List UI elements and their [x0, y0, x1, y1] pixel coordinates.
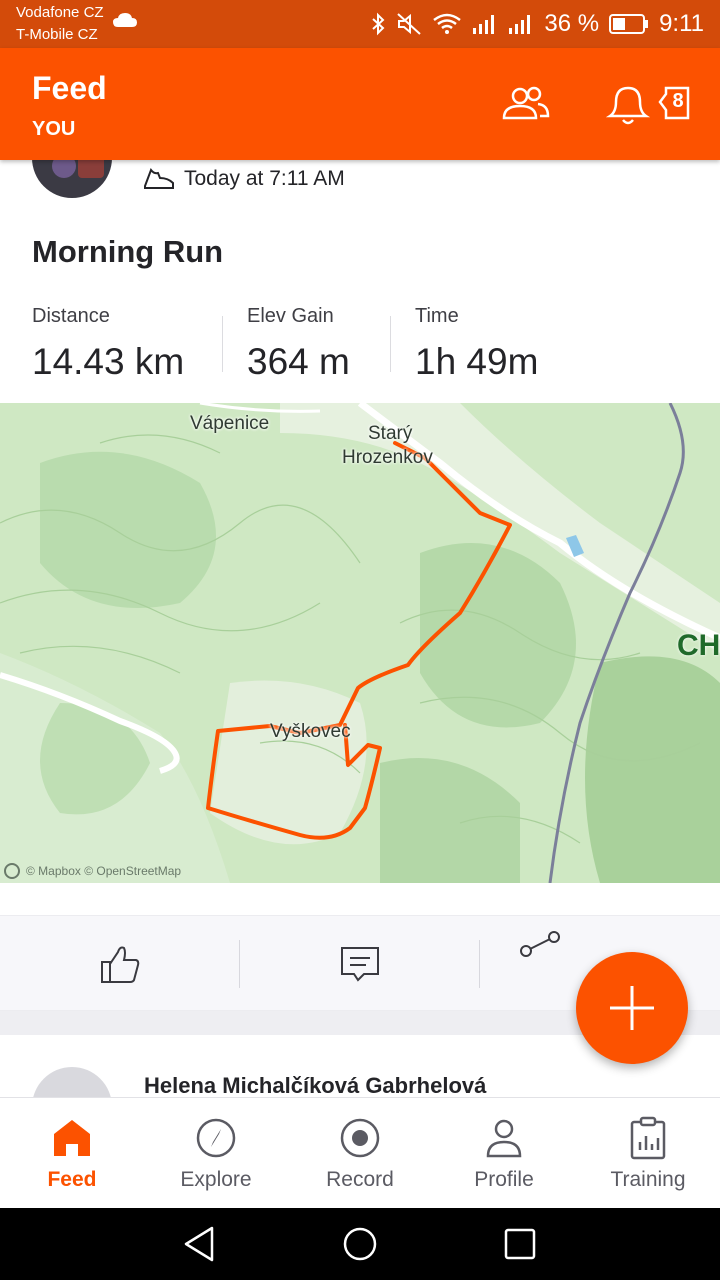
map-label-hrozenkov: Hrozenkov	[342, 447, 433, 468]
nav-training[interactable]: Training	[576, 1098, 720, 1209]
stat-time: Time 1h 49m	[415, 302, 538, 384]
info-icon[interactable]	[4, 863, 20, 879]
nav-explore[interactable]: Explore	[144, 1098, 288, 1209]
nav-record[interactable]: Record	[288, 1098, 432, 1209]
notifications-button[interactable]: 8	[605, 80, 696, 128]
attribution-text: © Mapbox © OpenStreetMap	[26, 864, 182, 878]
compass-icon	[196, 1118, 236, 1158]
thumbs-up-icon	[101, 946, 140, 983]
feed-filter-you[interactable]: YOU	[32, 118, 75, 141]
home-circle-icon[interactable]	[340, 1224, 380, 1264]
nav-feed[interactable]: Feed	[0, 1098, 144, 1209]
record-icon	[340, 1118, 380, 1158]
clock: 9:11	[659, 10, 704, 37]
find-friends-button[interactable]	[500, 84, 552, 124]
battery-percent: 36 %	[544, 10, 600, 37]
bottom-nav: Feed Explore Record Profile Training	[0, 1097, 720, 1208]
add-button[interactable]	[576, 952, 688, 1064]
comment-icon	[341, 947, 379, 982]
nav-label: Explore	[180, 1168, 252, 1191]
stat-distance: Distance 14.43 km	[32, 302, 184, 384]
map-label-ch: CH	[677, 629, 720, 662]
share-icon	[520, 931, 560, 957]
avatar[interactable]	[32, 1067, 112, 1097]
route-map[interactable]: Vápenice Starý Hrozenkov Vyškovec CH © M…	[0, 403, 720, 883]
system-nav-bar	[0, 1208, 720, 1280]
stat-label: Time	[415, 305, 459, 327]
nav-label: Feed	[47, 1168, 97, 1191]
person-icon	[486, 1119, 522, 1158]
activity-meta: Today at 7:11 AM	[142, 163, 345, 195]
stat-label: Distance	[32, 305, 110, 327]
signal-icon-2	[509, 15, 531, 34]
carrier-name-1: Vodafone CZ	[16, 4, 104, 21]
nav-label: Profile	[474, 1168, 534, 1191]
clipboard-chart-icon	[630, 1116, 666, 1160]
signal-icon-1	[473, 15, 495, 34]
stat-value: 364 m	[247, 341, 350, 382]
activity-timestamp: Today at 7:11 AM	[184, 167, 345, 190]
battery-icon	[609, 14, 649, 34]
activity-route	[206, 441, 512, 840]
bluetooth-icon	[372, 12, 385, 36]
shoe-icon	[144, 167, 174, 189]
status-bar: Vodafone CZ T-Mobile CZ 36 % 9:11	[0, 0, 720, 48]
wifi-icon	[433, 13, 462, 34]
nav-label: Training	[610, 1168, 686, 1191]
stat-value: 1h 49m	[415, 341, 539, 382]
mute-icon	[397, 13, 422, 35]
home-icon	[54, 1120, 90, 1156]
map-label-vapenice: Vápenice	[190, 413, 270, 434]
cloud-icon	[113, 13, 137, 27]
stat-divider	[222, 316, 223, 372]
stat-elev-gain: Elev Gain 364 m	[247, 302, 350, 384]
stat-divider	[390, 316, 391, 372]
nav-label: Record	[326, 1168, 394, 1191]
next-post-author[interactable]: Helena Michalčíková Gabrhelová	[144, 1073, 486, 1097]
activity-title[interactable]: Morning Run	[32, 234, 223, 270]
spacer	[0, 883, 720, 915]
map-label-stary: Starý	[368, 423, 413, 444]
nav-profile[interactable]: Profile	[432, 1098, 576, 1209]
carrier-name-2: T-Mobile CZ	[16, 26, 98, 43]
app-header: Feed YOU 8	[0, 48, 720, 160]
kudos-button[interactable]	[0, 916, 240, 1012]
back-icon[interactable]	[180, 1224, 220, 1264]
map-attribution[interactable]: © Mapbox © OpenStreetMap	[4, 863, 181, 879]
stat-value: 14.43 km	[32, 341, 185, 382]
map-label-vyskovec: Vyškovec	[270, 721, 351, 742]
recents-icon[interactable]	[500, 1224, 540, 1264]
stat-label: Elev Gain	[247, 305, 334, 327]
page-title: Feed	[32, 70, 107, 106]
notification-count-badge: 8	[672, 90, 684, 112]
plus-icon	[610, 986, 654, 1030]
comment-button[interactable]	[240, 916, 480, 1012]
people-icon	[502, 86, 550, 120]
